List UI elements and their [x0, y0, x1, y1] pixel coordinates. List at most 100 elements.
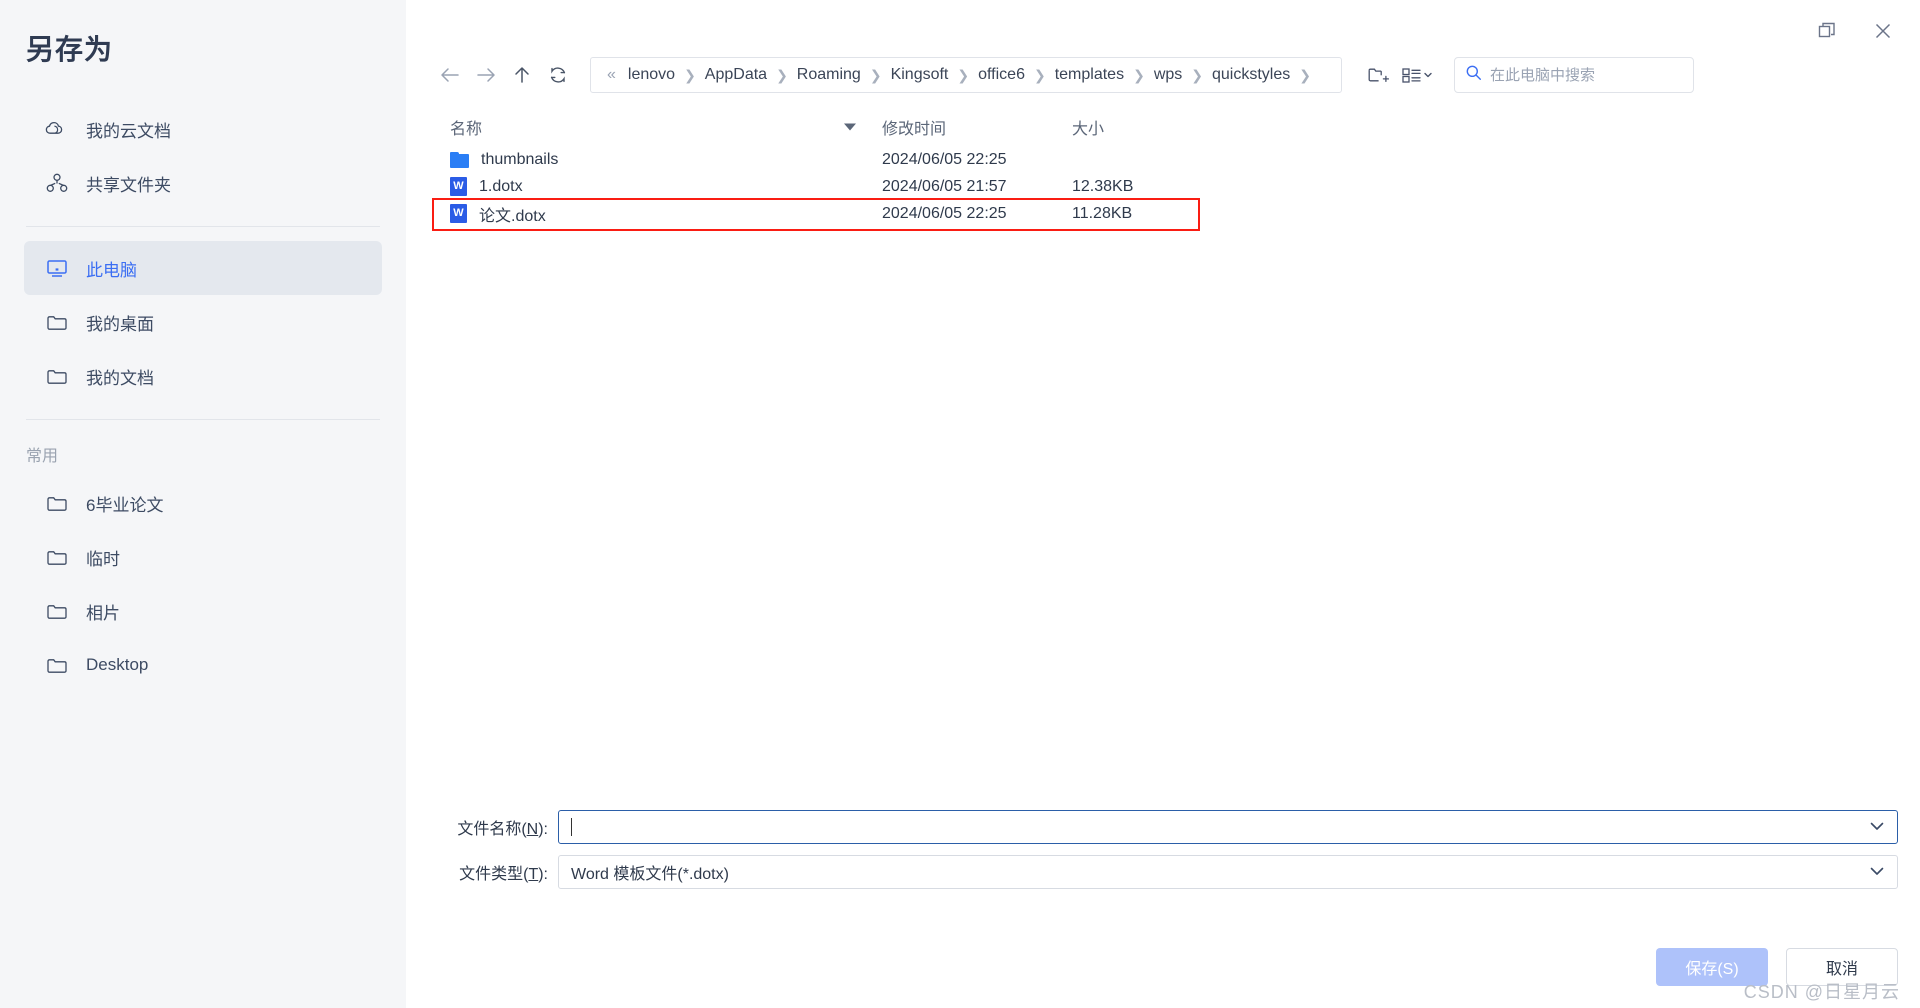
restore-icon[interactable]: [1812, 16, 1842, 46]
filetype-label-pre: 文件类型(: [459, 866, 529, 883]
file-name-cell: W 论文.dotx: [432, 202, 882, 226]
share-nodes-icon: [44, 172, 70, 194]
file-modified-cell: 2024/06/05 21:57: [882, 177, 1007, 195]
table-row[interactable]: W 论文.dotx 2024/06/05 22:25 11.28KB: [432, 198, 1898, 231]
sidebar-item-desktop-folder[interactable]: Desktop: [24, 638, 382, 692]
file-name-label: thumbnails: [481, 150, 559, 168]
new-folder-icon[interactable]: [1360, 58, 1396, 92]
sidebar-location-list: 此电脑 我的桌面 我的文档: [0, 241, 406, 403]
main-panel: « lenovo ❯ AppData ❯ Roaming ❯ Kingsoft …: [406, 0, 1920, 1008]
breadcrumb-separator-icon: ❯: [776, 66, 788, 83]
file-list-header: 名称 修改时间 大小: [432, 108, 1898, 146]
breadcrumb[interactable]: « lenovo ❯ AppData ❯ Roaming ❯ Kingsoft …: [590, 57, 1342, 93]
refresh-icon[interactable]: [540, 58, 576, 92]
window-controls: [1812, 16, 1898, 46]
filetype-label-post: ):: [538, 866, 548, 883]
column-header-modified[interactable]: 修改时间: [882, 115, 1072, 139]
file-size-cell: 11.28KB: [1072, 204, 1133, 222]
filename-input[interactable]: [558, 810, 1898, 844]
breadcrumb-item[interactable]: AppData: [699, 63, 773, 87]
breadcrumb-item[interactable]: office6: [972, 63, 1031, 87]
sidebar-item-label: 共享文件夹: [86, 175, 171, 195]
breadcrumb-item[interactable]: Roaming: [791, 63, 867, 87]
watermark: CSDN @日星月云: [1743, 982, 1900, 1002]
table-row[interactable]: W 1.dotx 2024/06/05 21:57 12.38KB: [432, 173, 1898, 200]
search-input[interactable]: [1490, 66, 1683, 84]
breadcrumb-item[interactable]: Kingsoft: [885, 63, 955, 87]
sidebar-item-label: 相片: [86, 603, 120, 623]
up-icon[interactable]: [504, 58, 540, 92]
breadcrumb-separator-icon: ❯: [1299, 66, 1311, 83]
breadcrumb-item[interactable]: wps: [1148, 63, 1188, 87]
file-size-cell: 12.38KB: [1072, 177, 1134, 195]
breadcrumb-item[interactable]: lenovo: [622, 63, 681, 87]
file-modified-cell: 2024/06/05 22:25: [882, 204, 1007, 222]
text-cursor: [571, 818, 572, 836]
folder-icon: [44, 492, 70, 514]
column-header-size[interactable]: 大小: [1072, 115, 1232, 139]
search-icon: [1465, 64, 1482, 86]
sidebar-divider-1: [26, 226, 380, 227]
sidebar-top-list: 我的云文档 共享文件夹: [0, 102, 406, 210]
folder-icon: [44, 600, 70, 622]
sidebar-item-cloud-docs[interactable]: 我的云文档: [24, 102, 382, 156]
sidebar-divider-2: [26, 419, 380, 420]
sort-descending-icon[interactable]: [844, 123, 856, 131]
cloud-icon: [44, 118, 70, 140]
breadcrumb-overflow-icon[interactable]: «: [601, 66, 622, 84]
filetype-row: 文件类型(T): Word 模板文件(*.dotx): [432, 855, 1898, 889]
sidebar-section-label: 常用: [26, 448, 59, 465]
close-icon[interactable]: [1868, 16, 1898, 46]
chevron-down-icon[interactable]: [1869, 863, 1885, 881]
folder-icon: [44, 365, 70, 387]
word-file-icon: W: [450, 177, 467, 196]
sidebar-item-this-pc[interactable]: 此电脑: [24, 241, 382, 295]
back-icon[interactable]: [432, 58, 468, 92]
breadcrumb-separator-icon: ❯: [684, 66, 696, 83]
view-mode-icon[interactable]: [1400, 58, 1436, 92]
sidebar-item-label: 我的云文档: [86, 121, 171, 141]
search-box[interactable]: [1454, 57, 1694, 93]
filename-row: 文件名称(N):: [432, 810, 1898, 844]
sidebar-item-label: 我的桌面: [86, 314, 154, 334]
sidebar-item-photos-folder[interactable]: 相片: [24, 584, 382, 638]
table-row[interactable]: thumbnails 2024/06/05 22:25: [432, 146, 1898, 173]
filename-label-post: ):: [538, 821, 548, 838]
filename-label-pre: 文件名称(: [457, 821, 527, 838]
folder-icon: [44, 546, 70, 568]
sidebar-item-label: 我的文档: [86, 368, 154, 388]
filename-label-accesskey: N: [526, 821, 539, 838]
sidebar-item-label: Desktop: [86, 655, 149, 674]
column-header-name[interactable]: 名称: [432, 115, 882, 139]
file-name-label: 1.dotx: [479, 177, 523, 195]
sidebar-item-temp-folder[interactable]: 临时: [24, 530, 382, 584]
chevron-down-icon[interactable]: [1869, 818, 1885, 836]
sidebar-item-shared-folder[interactable]: 共享文件夹: [24, 156, 382, 210]
navigation-toolbar: « lenovo ❯ AppData ❯ Roaming ❯ Kingsoft …: [432, 56, 1898, 94]
breadcrumb-separator-icon: ❯: [957, 66, 970, 83]
breadcrumb-item[interactable]: templates: [1049, 63, 1130, 87]
folder-icon: [44, 311, 70, 333]
file-name-cell: W 1.dotx: [432, 177, 882, 196]
breadcrumb-item[interactable]: quickstyles: [1206, 63, 1296, 87]
sidebar-common-list: 6毕业论文 临时 相片 Desktop: [0, 476, 406, 692]
breadcrumb-separator-icon: ❯: [1191, 66, 1203, 83]
folder-icon: [450, 151, 469, 168]
forward-icon[interactable]: [468, 58, 504, 92]
column-header-name-label: 名称: [450, 121, 483, 138]
sidebar-item-label: 临时: [86, 549, 120, 569]
word-file-icon: W: [450, 204, 467, 223]
file-list: 名称 修改时间 大小 thumbnails 2024/06/05 22:25 W…: [432, 108, 1898, 778]
sidebar-item-my-documents[interactable]: 我的文档: [24, 349, 382, 403]
breadcrumb-separator-icon: ❯: [1033, 66, 1046, 83]
breadcrumb-separator-icon: ❯: [1133, 66, 1145, 83]
save-form: 文件名称(N): 文件类型(T): Word 模板文件(*.dotx): [432, 810, 1898, 900]
file-name-cell: thumbnails: [432, 151, 882, 169]
sidebar-item-my-desktop[interactable]: 我的桌面: [24, 295, 382, 349]
filename-label: 文件名称(N):: [432, 815, 558, 839]
filetype-label: 文件类型(T):: [432, 860, 558, 884]
sidebar-item-thesis-folder[interactable]: 6毕业论文: [24, 476, 382, 530]
monitor-icon: [44, 257, 70, 279]
page-title: 另存为: [26, 34, 114, 65]
filetype-select[interactable]: Word 模板文件(*.dotx): [558, 855, 1898, 889]
